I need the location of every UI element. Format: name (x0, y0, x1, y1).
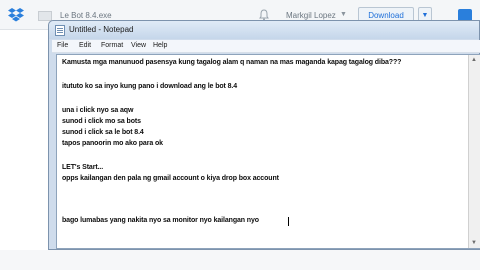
menu-format[interactable]: Format (101, 42, 123, 49)
text-line: opps kailangan den pala ng gmail account… (62, 175, 279, 182)
text-line: bago lumabas yang nakita nyo sa monitor … (62, 217, 259, 224)
text-caret (288, 217, 289, 226)
text-line: sunod i click mo sa bots (62, 118, 141, 125)
scroll-up-icon[interactable]: ▲ (471, 57, 477, 63)
menu-bar: File Edit Format View Help (52, 40, 480, 53)
dropbox-page-bottom (0, 250, 480, 270)
file-name: Le Bot 8.4.exe (60, 11, 112, 20)
dropbox-logo-icon[interactable] (8, 8, 24, 22)
text-editor[interactable]: Kamusta mga manunuod pasensya kung tagal… (56, 54, 480, 249)
menu-edit[interactable]: Edit (79, 42, 91, 49)
notepad-titlebar[interactable]: Untitled - Notepad (49, 21, 479, 39)
menu-file[interactable]: File (57, 42, 68, 49)
vertical-scrollbar[interactable]: ▲ ▼ (468, 55, 480, 248)
text-line: Kamusta mga manunuod pasensya kung tagal… (62, 59, 402, 66)
scroll-down-icon[interactable]: ▼ (471, 240, 477, 246)
notepad-icon (55, 25, 65, 36)
notepad-window: Untitled - Notepad File Edit Format View… (48, 20, 480, 250)
menu-help[interactable]: Help (153, 42, 167, 49)
text-line: sunod i click sa le bot 8.4 (62, 129, 144, 136)
user-menu-name[interactable]: Markgil Lopez (286, 11, 336, 20)
menu-view[interactable]: View (131, 42, 146, 49)
text-line: LET's Start... (62, 164, 104, 171)
text-line: itututo ko sa inyo kung pano i download … (62, 83, 238, 90)
text-line: tapos panoorin mo ako para ok (62, 140, 163, 147)
text-line: una i click nyo sa aqw (62, 107, 134, 114)
chevron-down-icon[interactable]: ▼ (340, 11, 347, 18)
window-title: Untitled - Notepad (69, 25, 134, 34)
